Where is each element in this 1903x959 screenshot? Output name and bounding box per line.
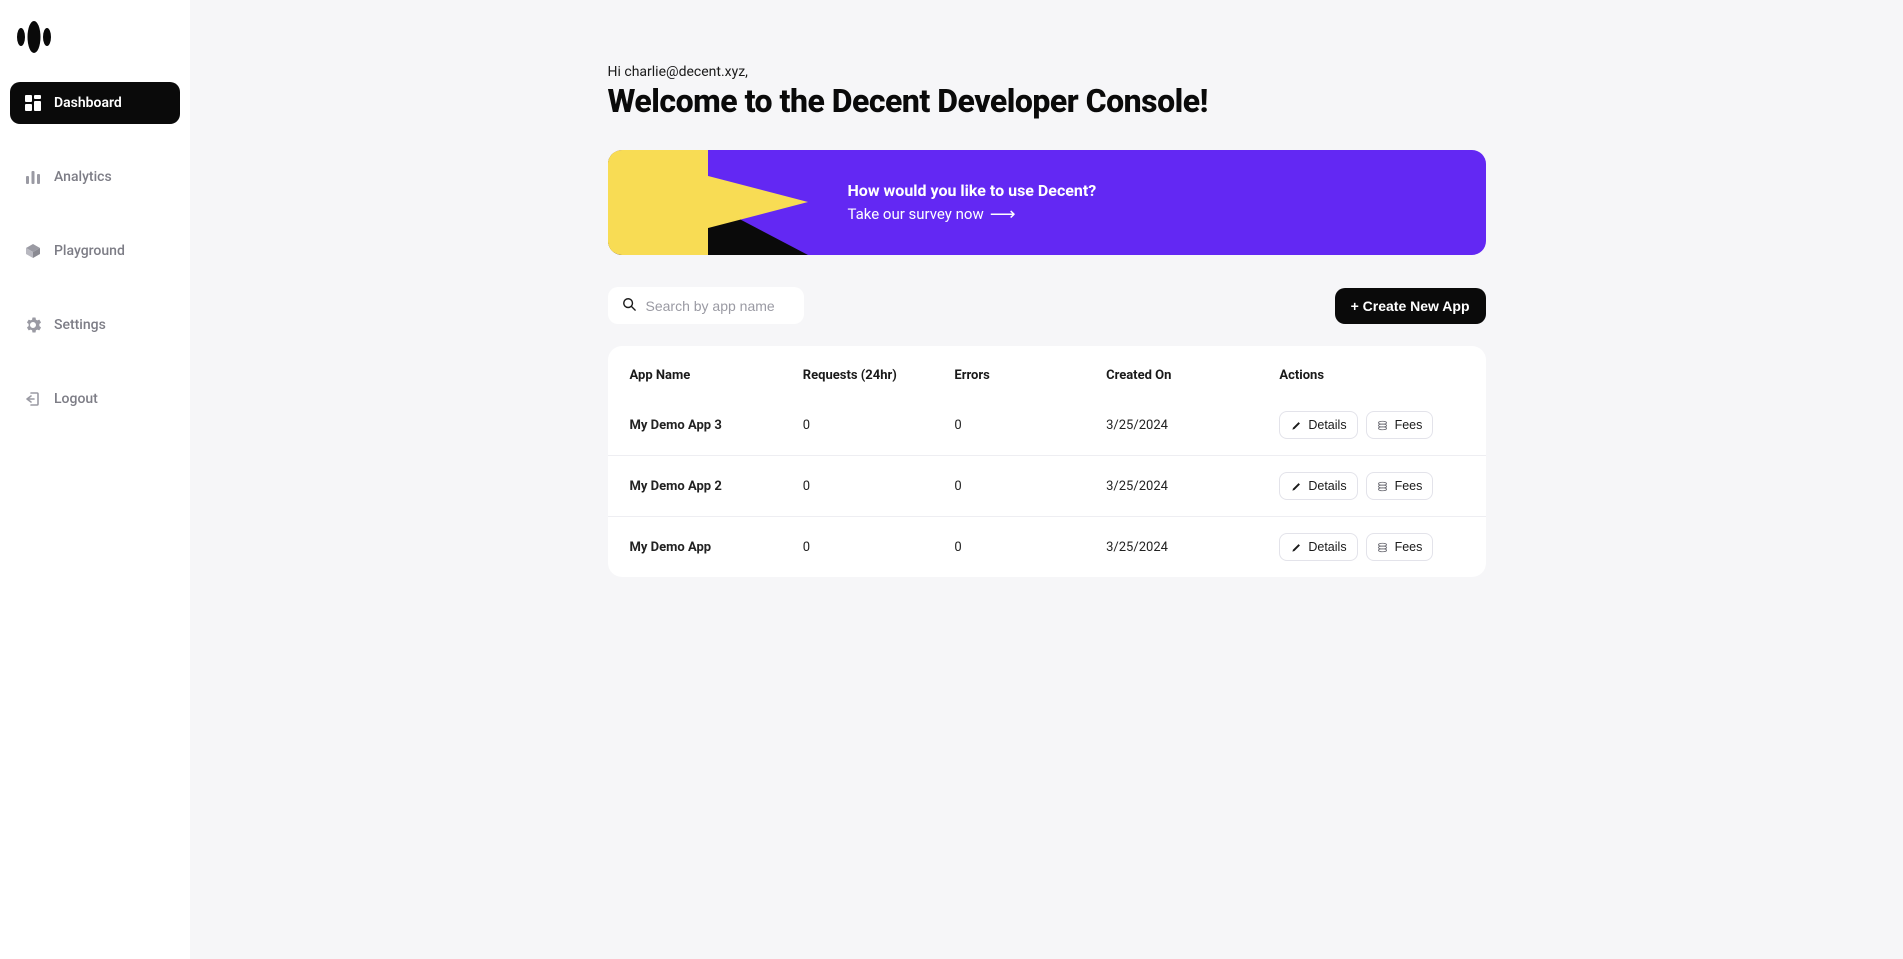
details-label: Details — [1308, 479, 1346, 493]
fees-button[interactable]: Fees — [1366, 472, 1434, 500]
cell-errors: 0 — [954, 418, 1106, 433]
cell-app-name: My Demo App — [630, 540, 803, 555]
sidebar-item-dashboard[interactable]: Dashboard — [10, 82, 180, 124]
table-row: My Demo App 0 0 3/25/2024 Details Fees — [608, 516, 1486, 577]
sidebar-item-label: Dashboard — [54, 95, 122, 111]
pencil-icon — [1290, 419, 1302, 431]
cell-requests: 0 — [803, 479, 955, 494]
details-button[interactable]: Details — [1279, 472, 1357, 500]
cell-created: 3/25/2024 — [1106, 479, 1279, 494]
sidebar-item-logout[interactable]: Logout — [10, 378, 180, 420]
table-body: My Demo App 3 0 0 3/25/2024 Details Fees — [608, 395, 1486, 577]
cell-app-name: My Demo App 2 — [630, 479, 803, 494]
greeting-text: Hi charlie@decent.xyz, — [608, 64, 1486, 80]
fees-label: Fees — [1395, 418, 1423, 432]
table-row: My Demo App 3 0 0 3/25/2024 Details Fees — [608, 395, 1486, 455]
search-input[interactable] — [646, 298, 827, 314]
cell-errors: 0 — [954, 479, 1106, 494]
arrow-right-icon: ⟶ — [990, 204, 1016, 225]
banner-cta[interactable]: Take our survey now ⟶ — [848, 204, 1016, 225]
pencil-icon — [1290, 480, 1302, 492]
search-box[interactable] — [608, 287, 804, 324]
logout-icon — [24, 390, 42, 408]
logo — [10, 16, 180, 74]
col-header-actions: Actions — [1279, 368, 1463, 383]
col-header-errors: Errors — [954, 368, 1106, 383]
sidebar-item-label: Playground — [54, 243, 125, 259]
cell-actions: Details Fees — [1279, 472, 1463, 500]
details-button[interactable]: Details — [1279, 411, 1357, 439]
cell-errors: 0 — [954, 540, 1106, 555]
sidebar-item-analytics[interactable]: Analytics — [10, 156, 180, 198]
cell-actions: Details Fees — [1279, 533, 1463, 561]
cell-app-name: My Demo App 3 — [630, 418, 803, 433]
analytics-icon — [24, 168, 42, 186]
search-icon — [622, 296, 636, 315]
col-header-app-name: App Name — [630, 368, 803, 383]
cell-requests: 0 — [803, 540, 955, 555]
dashboard-icon — [24, 94, 42, 112]
coins-icon — [1377, 480, 1389, 492]
banner-title: How would you like to use Decent? — [848, 181, 1097, 200]
app-root: Dashboard Analytics Playground Settings — [0, 0, 1903, 959]
cell-requests: 0 — [803, 418, 955, 433]
survey-banner[interactable]: How would you like to use Decent? Take o… — [608, 150, 1486, 255]
pencil-icon — [1290, 541, 1302, 553]
page-title: Welcome to the Decent Developer Console! — [608, 82, 1486, 120]
table-row: My Demo App 2 0 0 3/25/2024 Details Fees — [608, 455, 1486, 516]
gear-icon — [24, 316, 42, 334]
col-header-requests: Requests (24hr) — [803, 368, 955, 383]
banner-graphic — [608, 150, 808, 255]
banner-subtitle: Take our survey now — [848, 205, 984, 223]
sidebar-item-label: Settings — [54, 317, 106, 333]
cell-actions: Details Fees — [1279, 411, 1463, 439]
cell-created: 3/25/2024 — [1106, 418, 1279, 433]
sidebar-item-label: Analytics — [54, 169, 112, 185]
create-new-app-button[interactable]: + Create New App — [1335, 288, 1486, 324]
coins-icon — [1377, 419, 1389, 431]
details-label: Details — [1308, 418, 1346, 432]
apps-table: App Name Requests (24hr) Errors Created … — [608, 346, 1486, 577]
logo-icon — [14, 20, 54, 54]
cell-created: 3/25/2024 — [1106, 540, 1279, 555]
sidebar-item-playground[interactable]: Playground — [10, 230, 180, 272]
details-button[interactable]: Details — [1279, 533, 1357, 561]
coins-icon — [1377, 541, 1389, 553]
playground-icon — [24, 242, 42, 260]
col-header-created: Created On — [1106, 368, 1279, 383]
main-content: Hi charlie@decent.xyz, Welcome to the De… — [190, 0, 1903, 959]
content-wrap: Hi charlie@decent.xyz, Welcome to the De… — [608, 64, 1486, 919]
sidebar: Dashboard Analytics Playground Settings — [0, 0, 190, 959]
sidebar-item-settings[interactable]: Settings — [10, 304, 180, 346]
banner-text: How would you like to use Decent? Take o… — [808, 181, 1097, 225]
fees-button[interactable]: Fees — [1366, 411, 1434, 439]
fees-button[interactable]: Fees — [1366, 533, 1434, 561]
fees-label: Fees — [1395, 479, 1423, 493]
details-label: Details — [1308, 540, 1346, 554]
table-header-row: App Name Requests (24hr) Errors Created … — [608, 346, 1486, 395]
fees-label: Fees — [1395, 540, 1423, 554]
toolbar: + Create New App — [608, 287, 1486, 324]
sidebar-item-label: Logout — [54, 391, 98, 407]
